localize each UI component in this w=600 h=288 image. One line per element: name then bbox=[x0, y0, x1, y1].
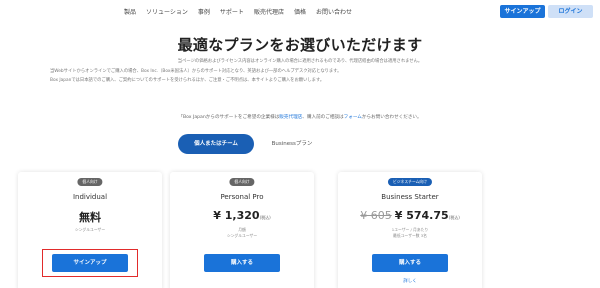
intro-line: 当ページの価格およびライセンス内容はオンライン購入の場合に適用されるものであり、… bbox=[177, 59, 423, 64]
plan-price: ¥ 1,320(税込) bbox=[170, 209, 314, 222]
price-value: ¥ 1,320 bbox=[213, 209, 260, 222]
plan-card-individual: 個人向け Individual 無料 シングルユーザー サインアップ bbox=[18, 172, 162, 288]
plan-card-personal-pro: 個人向け Personal Pro ¥ 1,320(税込) 月額 シングルユーザ… bbox=[170, 172, 314, 288]
intro-text: 当ページの価格およびライセンス内容はオンライン購入の場合に適用されるものであり、… bbox=[50, 57, 550, 86]
plan-price: ¥ 605 ¥ 574.75(税込) bbox=[338, 209, 482, 222]
signup-plan-button[interactable]: サインアップ bbox=[52, 254, 128, 272]
nav-links: 製品 ソリューション 事例 サポート 販売代理店 価格 お問い合わせ bbox=[124, 7, 352, 16]
reseller-link[interactable]: 販売代理店 bbox=[279, 115, 302, 120]
plan-tabs: 個人またはチーム Businessプラン bbox=[0, 134, 600, 154]
price-value: 無料 bbox=[79, 211, 101, 224]
top-navigation: 製品 ソリューション 事例 サポート 販売代理店 価格 お問い合わせ サインアッ… bbox=[0, 4, 600, 20]
form-link[interactable]: フォーム bbox=[344, 115, 362, 120]
plan-name: Business Starter bbox=[381, 193, 439, 201]
nav-link-pricing[interactable]: 価格 bbox=[294, 7, 306, 16]
nav-link-resellers[interactable]: 販売代理店 bbox=[254, 7, 284, 16]
plan-subtext: 最低ユーザー数 3名 bbox=[393, 233, 427, 238]
plan-subtext: シングルユーザー bbox=[226, 233, 258, 238]
plan-name: Individual bbox=[72, 193, 108, 201]
support-note: 「Box Japanからのサポートをご希望の企業様は販売代理店、購入前のご相談は… bbox=[0, 114, 600, 120]
tax-label: (税込) bbox=[259, 215, 271, 220]
tab-business[interactable]: Businessプラン bbox=[262, 134, 322, 154]
buy-button[interactable]: 購入する bbox=[372, 254, 448, 272]
buy-button[interactable]: 購入する bbox=[204, 254, 280, 272]
note-suffix: からお問い合わせください。 bbox=[361, 115, 422, 120]
login-button[interactable]: ログイン bbox=[548, 5, 593, 18]
intro-line: Box Japanでは日本語でのご購入、ご契約についてのサポートを受けられるほか… bbox=[50, 78, 325, 83]
plan-subtext: シングルユーザー bbox=[74, 227, 106, 232]
page-title: 最適なプランをお選びいただけます bbox=[177, 36, 423, 54]
plan-badge: ビジネスチーム向け bbox=[387, 178, 433, 186]
plan-card-business-starter: ビジネスチーム向け Business Starter ¥ 605 ¥ 574.75… bbox=[338, 172, 482, 288]
learn-more-link[interactable]: 詳しく bbox=[338, 278, 482, 284]
plan-badge: 個人向け bbox=[229, 178, 255, 186]
plan-badge: 個人向け bbox=[77, 178, 103, 186]
nav-link-solutions[interactable]: ソリューション bbox=[146, 7, 188, 16]
intro-line: 当Webサイトからオンラインでご購入の場合、Box Inc.（Box米国法人）か… bbox=[50, 68, 342, 74]
plan-price: 無料 bbox=[18, 209, 162, 225]
tax-label: (税込) bbox=[448, 215, 460, 220]
nav-link-cases[interactable]: 事例 bbox=[198, 7, 210, 16]
price-value: ¥ 574.75 bbox=[394, 209, 449, 222]
note-mid: 、購入前のご相談は bbox=[302, 115, 344, 120]
note-prefix: 「Box Japanからのサポートをご希望の企業様は bbox=[178, 115, 280, 120]
nav-link-contact[interactable]: お問い合わせ bbox=[316, 7, 352, 16]
signup-button[interactable]: サインアップ bbox=[500, 5, 545, 18]
tab-individual-team[interactable]: 個人またはチーム bbox=[178, 134, 254, 154]
old-price: ¥ 605 bbox=[360, 209, 392, 222]
nav-link-support[interactable]: サポート bbox=[220, 7, 244, 16]
plan-name: Personal Pro bbox=[220, 193, 264, 201]
nav-link-products[interactable]: 製品 bbox=[124, 7, 136, 16]
